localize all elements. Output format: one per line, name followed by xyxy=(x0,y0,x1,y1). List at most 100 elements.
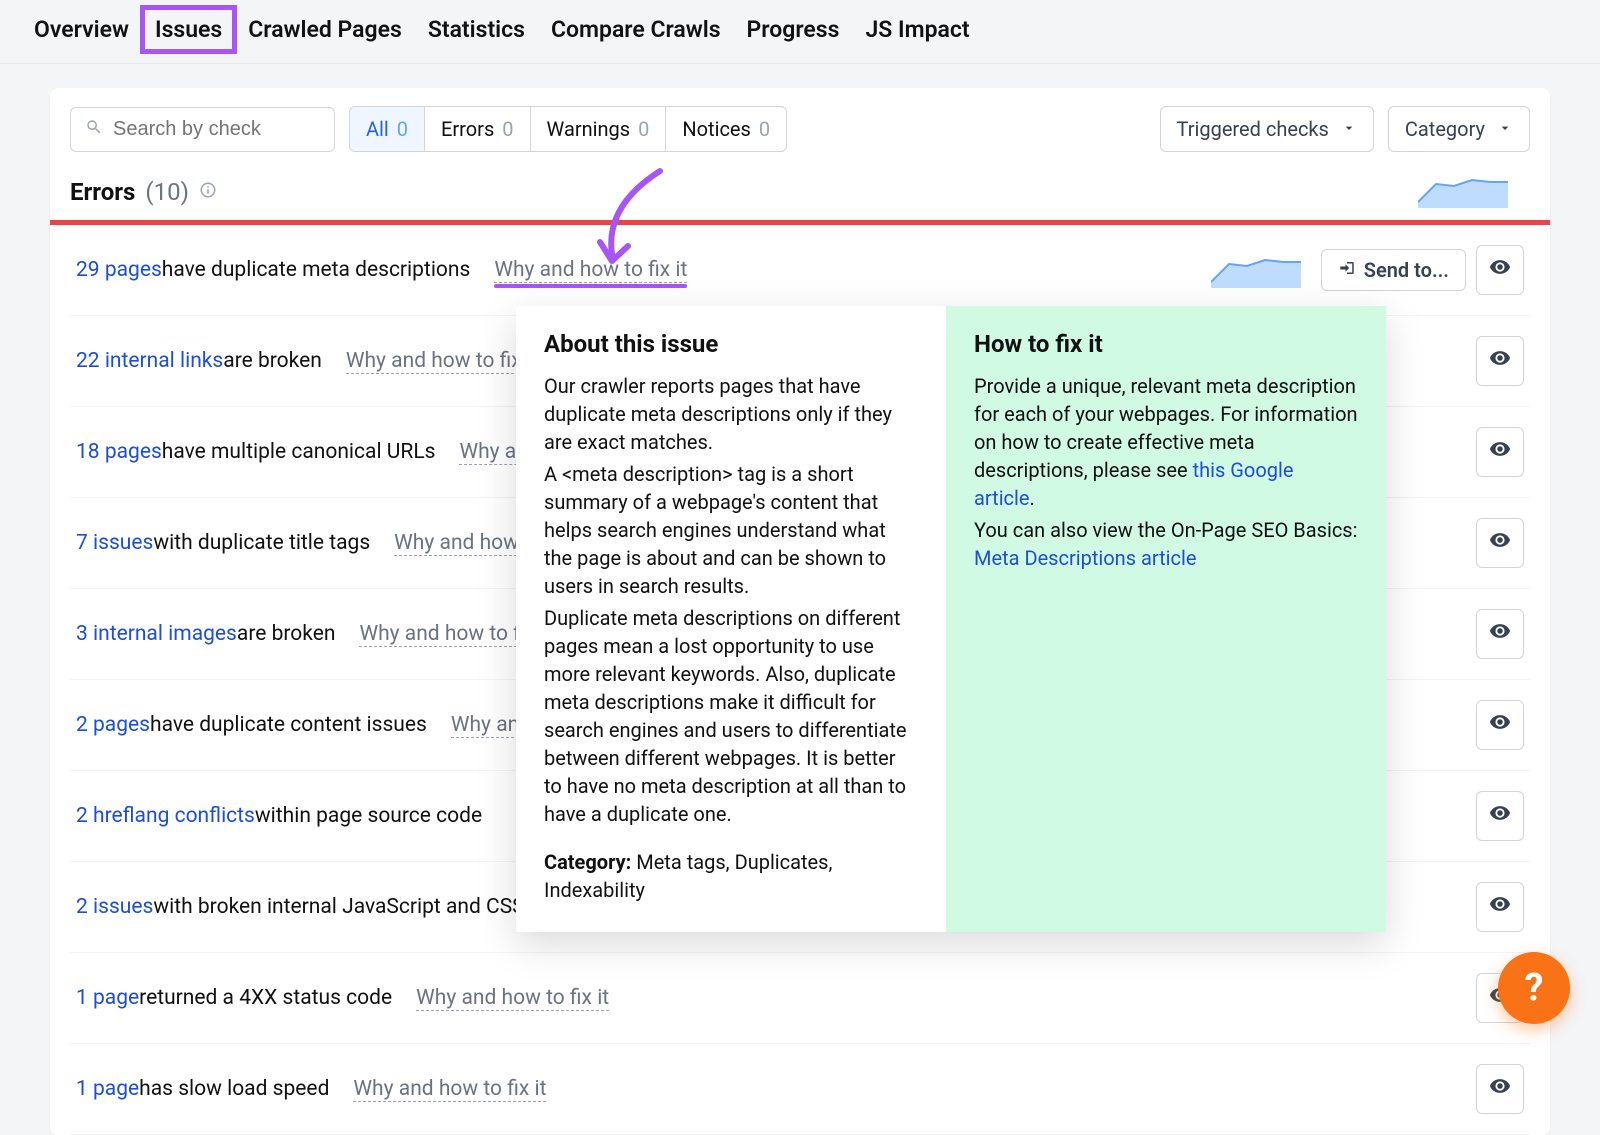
filter-group: All 0 Errors 0 Warnings 0 Notices 0 xyxy=(349,106,787,152)
issue-link[interactable]: 18 pages xyxy=(76,440,162,464)
help-fab[interactable]: ? xyxy=(1498,952,1570,1024)
visibility-button[interactable] xyxy=(1476,336,1524,386)
issue-link[interactable]: 7 issues xyxy=(76,531,153,555)
eye-icon xyxy=(1489,620,1511,648)
filter-warnings[interactable]: Warnings 0 xyxy=(531,107,667,151)
why-popover: About this issue Our crawler reports pag… xyxy=(516,306,1386,932)
filter-count: 0 xyxy=(638,117,649,141)
why-and-how-link[interactable]: Why and how to fix it xyxy=(346,349,539,374)
filter-label: Warnings xyxy=(547,117,631,141)
arrow-icon xyxy=(1338,258,1356,282)
filter-errors[interactable]: Errors 0 xyxy=(425,107,530,151)
visibility-button[interactable] xyxy=(1476,427,1524,477)
issue-link[interactable]: 3 internal images xyxy=(76,622,237,646)
fix-title: How to fix it xyxy=(974,330,1358,358)
issue-text: are broken xyxy=(237,622,336,646)
issue-text: with broken internal JavaScript and CSS xyxy=(153,895,524,919)
meta-descriptions-article-link[interactable]: Meta Descriptions article xyxy=(974,546,1196,570)
fix-panel: How to fix it Provide a unique, relevant… xyxy=(946,306,1386,932)
issue-text: returned a 4XX status code xyxy=(139,986,392,1010)
fix-text-part: Provide a unique, relevant meta descript… xyxy=(974,374,1358,482)
issue-link[interactable]: 2 pages xyxy=(76,713,150,737)
issue-text: are broken xyxy=(223,349,322,373)
eye-icon xyxy=(1489,347,1511,375)
filter-notices[interactable]: Notices 0 xyxy=(666,107,786,151)
category-line: Category: Meta tags, Duplicates, Indexab… xyxy=(544,848,918,904)
visibility-button[interactable] xyxy=(1476,609,1524,659)
section-title: Errors xyxy=(70,178,135,206)
search-input[interactable] xyxy=(113,118,320,141)
about-text: Our crawler reports pages that have dupl… xyxy=(544,372,918,456)
eye-icon xyxy=(1489,256,1511,284)
fix-text: Provide a unique, relevant meta descript… xyxy=(974,372,1358,512)
dropdown-label: Triggered checks xyxy=(1177,117,1329,141)
filter-count: 0 xyxy=(502,117,513,141)
eye-icon xyxy=(1489,893,1511,921)
about-panel: About this issue Our crawler reports pag… xyxy=(516,306,946,932)
issue-text: have multiple canonical URLs xyxy=(162,440,436,464)
tab-statistics[interactable]: Statistics xyxy=(428,16,525,43)
tab-js-impact[interactable]: JS Impact xyxy=(865,16,969,43)
about-text: A <meta description> tag is a short summ… xyxy=(544,460,918,600)
highlight-underline xyxy=(494,284,687,288)
toolbar: All 0 Errors 0 Warnings 0 Notices 0 xyxy=(70,106,1530,152)
eye-icon xyxy=(1489,438,1511,466)
issue-link[interactable]: 29 pages xyxy=(76,258,162,282)
visibility-button[interactable] xyxy=(1476,518,1524,568)
chevron-down-icon xyxy=(1341,117,1357,141)
issue-row: 1 page returned a 4XX status code Why and… xyxy=(70,953,1530,1044)
eye-icon xyxy=(1489,802,1511,830)
about-text: Duplicate meta descriptions on different… xyxy=(544,604,918,828)
issue-link[interactable]: 1 page xyxy=(76,986,139,1010)
info-icon[interactable] xyxy=(199,181,217,203)
filter-count: 0 xyxy=(397,117,408,141)
tab-progress[interactable]: Progress xyxy=(747,16,840,43)
issue-link[interactable]: 2 hreflang conflicts xyxy=(76,804,255,828)
send-label: Send to... xyxy=(1364,258,1449,282)
filter-label: Notices xyxy=(682,117,750,141)
visibility-button[interactable] xyxy=(1476,1064,1524,1114)
filter-count: 0 xyxy=(759,117,770,141)
category-dropdown[interactable]: Category xyxy=(1388,106,1530,152)
fix-text-part: . xyxy=(1030,486,1035,510)
tab-compare-crawls[interactable]: Compare Crawls xyxy=(551,16,721,43)
dropdown-label: Category xyxy=(1405,117,1485,141)
fix-text-part: You can also view the On-Page SEO Basics… xyxy=(974,518,1357,542)
eye-icon xyxy=(1489,529,1511,557)
trend-chart-icon xyxy=(1418,172,1508,208)
filter-all[interactable]: All 0 xyxy=(350,107,425,151)
triggered-checks-dropdown[interactable]: Triggered checks xyxy=(1160,106,1374,152)
tab-crawled-pages[interactable]: Crawled Pages xyxy=(248,16,402,43)
why-and-how-link[interactable]: Why and how to fix it xyxy=(353,1077,546,1102)
issue-text: within page source code xyxy=(255,804,482,828)
eye-icon xyxy=(1489,1075,1511,1103)
issue-row: 1 page has slow load speed Why and how to… xyxy=(70,1044,1530,1135)
send-to-button[interactable]: Send to... xyxy=(1321,249,1466,291)
section-header: Errors (10) xyxy=(70,178,1530,206)
issue-link[interactable]: 2 issues xyxy=(76,895,153,919)
why-and-how-link[interactable]: Why and how to fix it xyxy=(494,258,687,283)
tab-issues[interactable]: Issues xyxy=(140,5,237,54)
about-title: About this issue xyxy=(544,330,918,358)
chevron-down-icon xyxy=(1497,117,1513,141)
filter-label: All xyxy=(366,117,389,141)
why-and-how-link[interactable]: Why and how to fix it xyxy=(416,986,609,1011)
issue-text: have duplicate meta descriptions xyxy=(162,258,471,282)
issue-text: has slow load speed xyxy=(139,1077,329,1101)
visibility-button[interactable] xyxy=(1476,882,1524,932)
visibility-button[interactable] xyxy=(1476,700,1524,750)
filter-label: Errors xyxy=(441,117,494,141)
tab-overview[interactable]: Overview xyxy=(34,16,129,43)
trend-chart-icon xyxy=(1211,252,1301,288)
visibility-button[interactable] xyxy=(1476,245,1524,295)
search-icon xyxy=(85,118,103,140)
fix-text: You can also view the On-Page SEO Basics… xyxy=(974,516,1358,572)
section-count: (10) xyxy=(145,178,189,206)
issue-text: with duplicate title tags xyxy=(153,531,370,555)
tabs: Overview Issues Crawled Pages Statistics… xyxy=(0,0,1600,64)
eye-icon xyxy=(1489,711,1511,739)
issue-link[interactable]: 22 internal links xyxy=(76,349,223,373)
visibility-button[interactable] xyxy=(1476,791,1524,841)
search-input-wrap[interactable] xyxy=(70,107,335,152)
issue-link[interactable]: 1 page xyxy=(76,1077,139,1101)
